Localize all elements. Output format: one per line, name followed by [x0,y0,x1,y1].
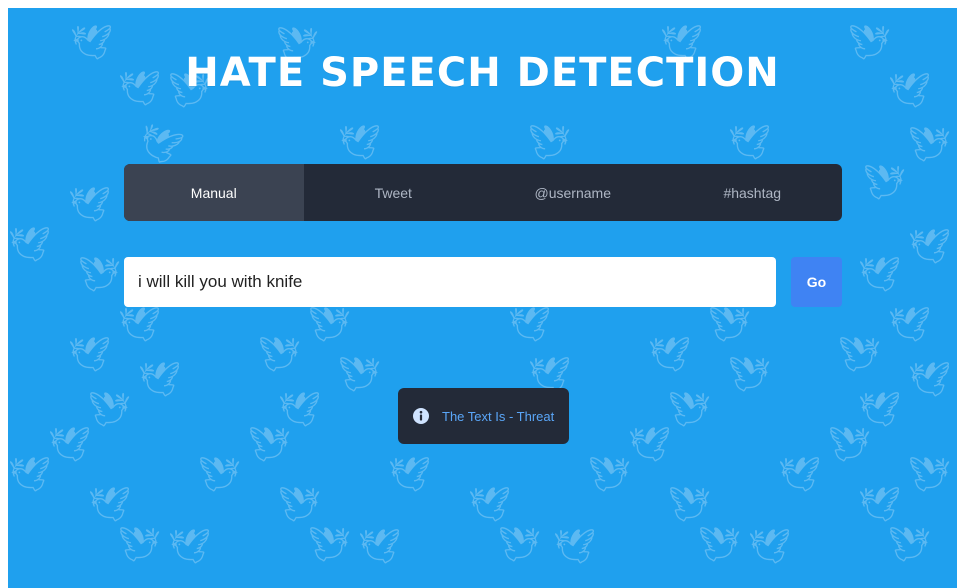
bird-icon: 🕊 [528,124,572,162]
bird-icon: 🕊 [118,306,162,344]
bird-icon: 🕊 [858,391,902,429]
bird-icon: 🕊 [553,528,597,566]
bird-icon: 🕊 [118,526,162,564]
bird-icon: 🕊 [258,336,302,374]
go-button[interactable]: Go [791,257,842,307]
app-frame: 🕊 🕊 🕊 🕊 🕊 🕊 🕊 🕊 🕊 🕊 🕊 🕊 🕊 🕊 🕊 🕊 🕊 🕊 🕊 🕊 … [8,8,957,588]
bird-icon: 🕊 [88,486,132,524]
bird-icon: 🕊 [863,164,907,202]
bird-icon: 🕊 [338,124,382,162]
bird-icon: 🕊 [358,528,402,566]
bird-icon: 🕊 [888,526,932,564]
bird-icon: 🕊 [858,256,902,294]
bird-icon: 🕊 [8,456,52,494]
tab-manual[interactable]: Manual [124,164,304,221]
result-message: The Text Is - Threat [398,388,569,444]
bird-icon: 🕊 [68,186,112,224]
bird-icon: 🕊 [508,306,552,344]
bird-icon: 🕊 [908,126,952,164]
bird-icon: 🕊 [308,526,352,564]
bird-icon: 🕊 [68,336,112,374]
bird-icon: 🕊 [308,306,352,344]
bird-icon: 🕊 [728,124,772,162]
bird-icon: 🕊 [468,486,512,524]
result-text: The Text Is - Threat [442,408,555,424]
bird-icon: 🕊 [908,361,952,399]
bird-icon: 🕊 [828,426,872,464]
bird-icon: 🕊 [908,456,952,494]
bird-icon: 🕊 [48,426,92,464]
tab-username[interactable]: @username [483,164,663,221]
bird-icon: 🕊 [278,391,322,429]
bird-icon: 🕊 [728,356,772,394]
bird-icon: 🕊 [698,526,742,564]
bird-icon: 🕊 [628,426,672,464]
bird-icon: 🕊 [668,391,712,429]
bird-icon: 🕊 [748,528,792,566]
bird-icon: 🕊 [908,228,952,266]
bird-icon: 🕊 [528,356,572,394]
input-row: Go [124,257,842,307]
bird-icon: 🕊 [708,306,752,344]
bird-icon: 🕊 [338,356,382,394]
bird-icon: 🕊 [78,256,122,294]
bird-icon: 🕊 [838,336,882,374]
mode-tabs: Manual Tweet @username #hashtag [124,164,842,221]
bird-icon: 🕊 [888,306,932,344]
bird-icon: 🕊 [198,456,242,494]
bird-icon: 🕊 [858,486,902,524]
bird-icon: 🕊 [778,456,822,494]
bird-icon: 🕊 [388,456,432,494]
bird-icon: 🕊 [668,486,712,524]
bird-icon: 🕊 [248,426,292,464]
info-icon [412,407,430,425]
bird-icon: 🕊 [498,526,542,564]
bird-icon: 🕊 [8,226,52,264]
tab-hashtag[interactable]: #hashtag [663,164,843,221]
bird-icon: 🕊 [648,336,692,374]
bird-icon: 🕊 [88,391,132,429]
bird-icon: 🕊 [132,119,187,171]
page-title: HATE SPEECH DETECTION [185,50,780,96]
bird-icon: 🕊 [168,528,212,566]
tab-tweet[interactable]: Tweet [304,164,484,221]
bird-icon: 🕊 [588,456,632,494]
bird-icon: 🕊 [278,486,322,524]
bird-icon: 🕊 [138,361,182,399]
text-input[interactable] [124,257,776,307]
